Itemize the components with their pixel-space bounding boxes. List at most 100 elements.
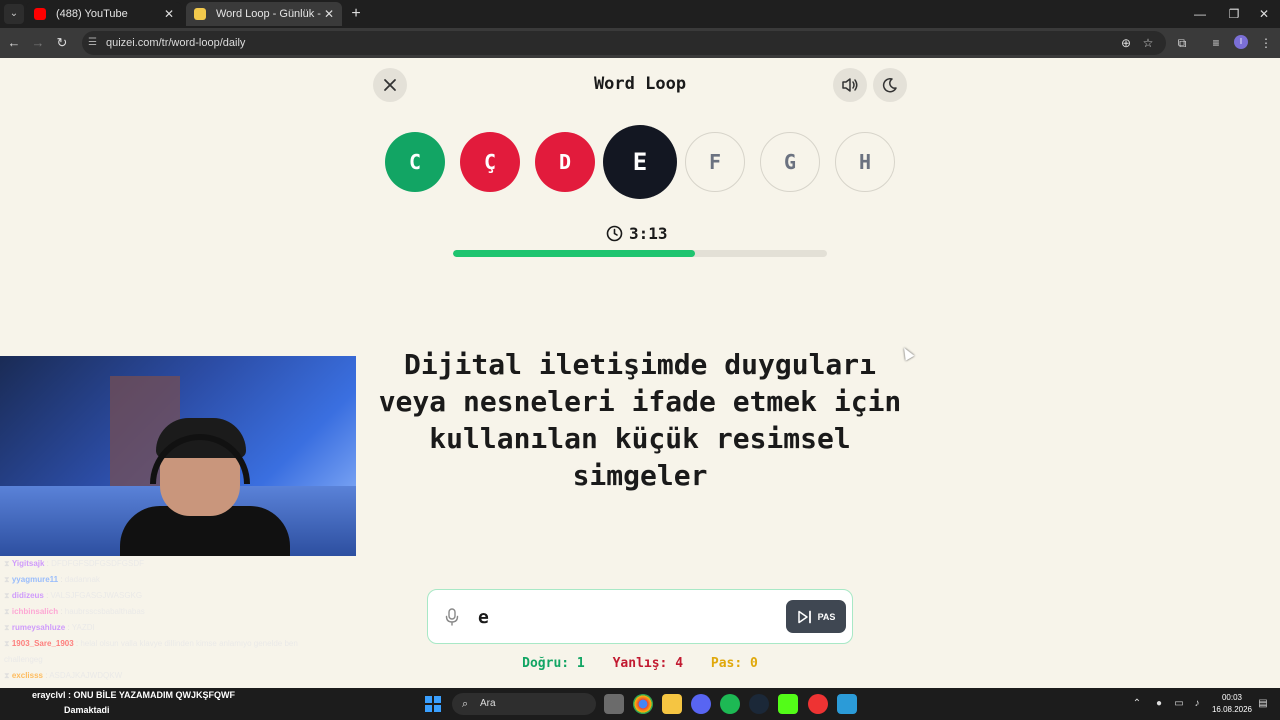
windows-start-icon[interactable] bbox=[425, 696, 441, 712]
tab-search-icon[interactable]: ⌄ bbox=[4, 4, 24, 24]
window-close-icon[interactable]: ✕ bbox=[1248, 0, 1280, 28]
chat-line: ⧗ yyagmure11 : dadannak bbox=[4, 575, 100, 584]
pass-button[interactable]: PAS bbox=[786, 600, 846, 633]
hourglass-icon: ⧗ bbox=[4, 639, 12, 648]
more-menu-icon[interactable]: ⋮ bbox=[1256, 33, 1276, 53]
tray-chevron-icon[interactable]: ⌃ bbox=[1130, 697, 1144, 711]
hourglass-icon: ⧗ bbox=[4, 671, 12, 680]
file-explorer-icon[interactable] bbox=[662, 694, 682, 714]
question-text: Dijital iletişimde duyguları veya nesnel… bbox=[378, 348, 902, 492]
tab-youtube[interactable]: (488) YouTube ✕ bbox=[26, 2, 182, 26]
pass-count: Pas: 0 bbox=[710, 656, 758, 671]
url-text[interactable]: quizei.com/tr/word-loop/daily bbox=[106, 31, 245, 55]
forward-icon[interactable]: → bbox=[28, 33, 48, 53]
score-stats: Doğru: 1 Yanlış: 4 Pas: 0 bbox=[427, 656, 853, 671]
bookmark-star-icon[interactable]: ☆ bbox=[1138, 33, 1158, 53]
chat-line: ⧗ rumeysahluze : YAZDI bbox=[4, 623, 95, 632]
pass-label: PAS bbox=[817, 611, 836, 622]
chat-line: ⧗ exclisss : ASDAJKAJWDQKW bbox=[4, 671, 123, 680]
chat-message: helal olsun valla klavye dillinden kimse… bbox=[80, 639, 298, 648]
answer-box: PAS bbox=[427, 589, 853, 644]
site-info-icon[interactable]: ☰ bbox=[88, 37, 100, 49]
sound-button[interactable] bbox=[833, 68, 867, 102]
search-label: Ara bbox=[480, 698, 496, 709]
moon-icon bbox=[882, 77, 897, 93]
zoom-icon[interactable]: ⊕ bbox=[1116, 33, 1136, 53]
letter-f: F bbox=[685, 132, 745, 192]
chat-message: YAZDI bbox=[71, 623, 95, 632]
tray-network-icon[interactable]: ▭ bbox=[1172, 697, 1186, 711]
close-icon bbox=[384, 79, 396, 91]
discord-icon[interactable] bbox=[691, 694, 711, 714]
letter-e-current: E bbox=[603, 125, 677, 199]
time-progress-fill bbox=[453, 250, 695, 257]
hourglass-icon: ⧗ bbox=[4, 623, 12, 632]
close-tab-icon[interactable]: ✕ bbox=[324, 2, 334, 26]
media-icon[interactable]: ≡ bbox=[1206, 33, 1226, 53]
new-tab-button[interactable]: + bbox=[346, 4, 366, 24]
letter-g: G bbox=[760, 132, 820, 192]
chat-username: exclisss bbox=[11, 671, 43, 680]
letter-c-cedilla: Ç bbox=[460, 132, 520, 192]
hourglass-icon: ⧗ bbox=[4, 575, 12, 584]
webcam-overlay bbox=[0, 356, 356, 556]
letter-d: D bbox=[535, 132, 595, 192]
quizei-icon bbox=[194, 8, 206, 20]
close-tab-icon[interactable]: ✕ bbox=[164, 2, 174, 26]
browser-tab-bar: ⌄ (488) YouTube ✕ Word Loop - Günlük - Q… bbox=[0, 0, 1280, 44]
search-icon: ⌕ bbox=[462, 698, 469, 710]
chat-username: yyagmure11 bbox=[11, 575, 59, 584]
tray-mic-icon[interactable]: ● bbox=[1152, 697, 1166, 711]
timer-value: 3:13 bbox=[629, 223, 668, 243]
profile-avatar[interactable]: I bbox=[1234, 35, 1248, 49]
letter-h: H bbox=[835, 132, 895, 192]
extensions-icon[interactable]: ⧉ bbox=[1172, 33, 1192, 53]
notifications-icon[interactable]: ▤ bbox=[1256, 697, 1270, 711]
answer-input[interactable] bbox=[478, 600, 768, 634]
wrong-count: Yanlış: 4 bbox=[612, 656, 684, 671]
notification-line-1: erayclvl : ONU BİLE YAZAMADIM QWJKŞFQWF bbox=[32, 690, 236, 700]
hourglass-icon: ⧗ bbox=[4, 591, 12, 600]
tab-word-loop[interactable]: Word Loop - Günlük - Quizei ✕ bbox=[186, 2, 342, 44]
obs-icon[interactable] bbox=[808, 694, 828, 714]
letter-c: C bbox=[385, 132, 445, 192]
speaker-icon bbox=[842, 78, 858, 92]
tray-volume-icon[interactable]: ♪ bbox=[1190, 697, 1204, 711]
chat-username: rumeysahluze bbox=[11, 623, 66, 632]
chat-line: challengeg bbox=[4, 652, 330, 668]
chat-message: haubrsscsbabalthabas bbox=[64, 607, 145, 616]
theme-toggle-button[interactable] bbox=[873, 68, 907, 102]
page-title: Word Loop bbox=[593, 74, 687, 94]
taskbar-search[interactable]: ⌕ Ara bbox=[452, 693, 596, 715]
chat-username: didizeus bbox=[11, 591, 44, 600]
chat-message: challengeg bbox=[4, 655, 43, 664]
chat-line: ⧗ Yigitsajk : DFDFGFSDFGSDFGSDF bbox=[4, 559, 145, 568]
address-bar[interactable]: ☰ quizei.com/tr/word-loop/daily bbox=[82, 31, 1166, 55]
steam-icon[interactable] bbox=[749, 694, 769, 714]
back-icon[interactable]: ← bbox=[4, 33, 24, 53]
chrome-icon[interactable] bbox=[633, 694, 653, 714]
microphone-icon[interactable] bbox=[444, 608, 460, 626]
chat-message: VALSJFGASGJWASGKG bbox=[50, 591, 143, 600]
time-progress-bar bbox=[453, 250, 827, 257]
chat-line: ⧗ didizeus : VALSJFGASGJWASGKG bbox=[4, 591, 143, 600]
chat-message: DFDFGFSDFGSDFGSDF bbox=[51, 559, 145, 568]
restore-icon[interactable]: ❐ bbox=[1218, 0, 1250, 28]
close-game-button[interactable] bbox=[373, 68, 407, 102]
clock-date: 16.08.2026 bbox=[1211, 705, 1253, 714]
minimize-icon[interactable]: — bbox=[1184, 0, 1216, 28]
spotify-icon[interactable] bbox=[720, 694, 740, 714]
notepad-icon[interactable] bbox=[837, 694, 857, 714]
task-view-icon[interactable] bbox=[604, 694, 624, 714]
chat-notification: erayclvl : ONU BİLE YAZAMADIM QWJKŞFQWF … bbox=[4, 688, 264, 720]
chat-line: ⧗ ichbinsalich : haubrsscsbabalthabas bbox=[4, 607, 145, 616]
kick-icon[interactable] bbox=[778, 694, 798, 714]
chat-message: dadannak bbox=[64, 575, 100, 584]
skip-icon bbox=[797, 610, 811, 623]
chat-message: ASDAJKAJWDQKW bbox=[49, 671, 123, 680]
reload-icon[interactable]: ↻ bbox=[52, 33, 72, 53]
browser-toolbar: ← → ↻ ☰ quizei.com/tr/word-loop/daily ⊕ … bbox=[0, 28, 1280, 58]
clock-time: 00:03 bbox=[1221, 693, 1243, 702]
taskbar-clock[interactable]: 00:03 16.08.2026 bbox=[1210, 692, 1254, 716]
chat-username: Yigitsajk bbox=[11, 559, 45, 568]
